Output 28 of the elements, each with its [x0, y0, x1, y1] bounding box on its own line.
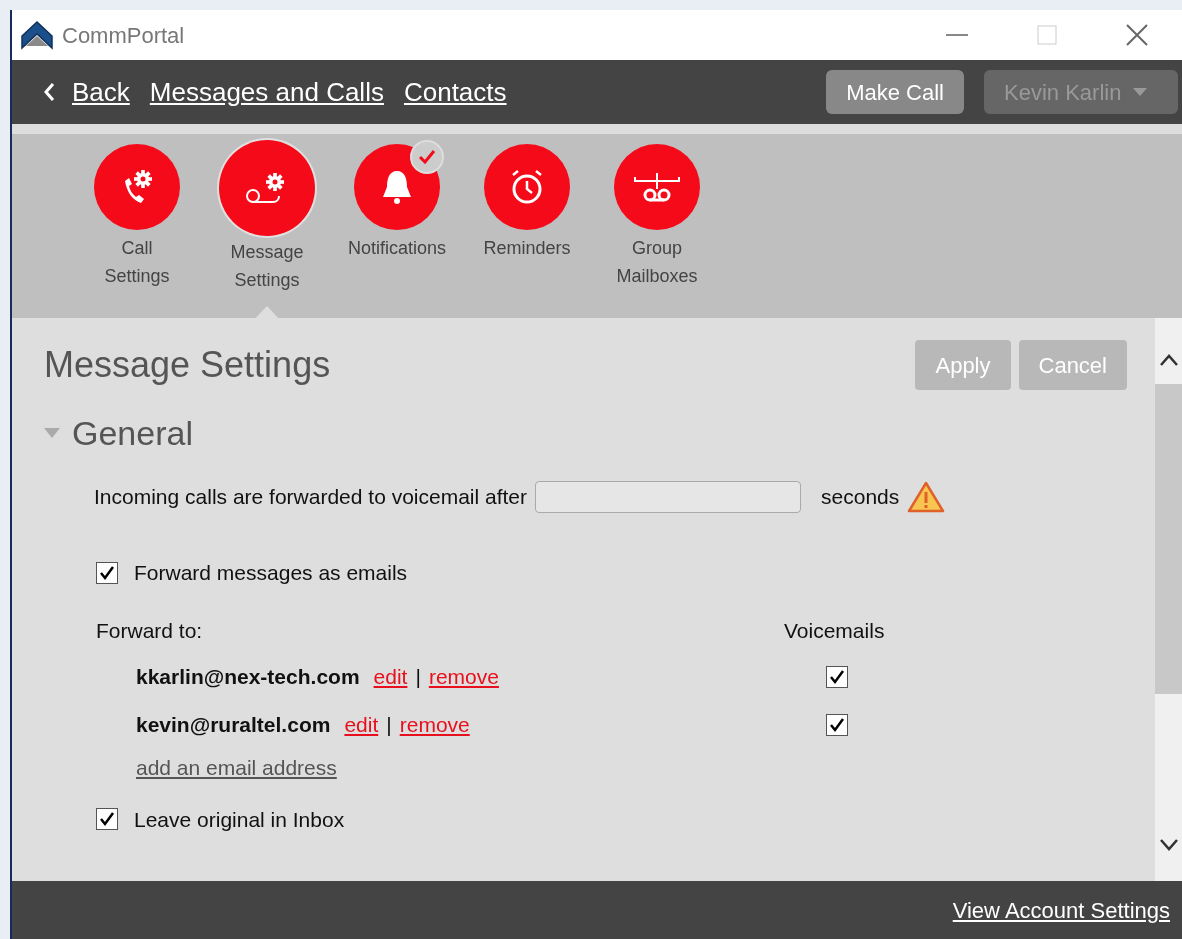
column-header: Voicemails [784, 617, 885, 644]
column-label: Forward to: [96, 617, 204, 644]
make-call-button[interactable]: Make Call [826, 70, 964, 114]
section-title: General [72, 413, 193, 454]
checkbox-label: Forward messages as emails [134, 560, 408, 586]
category-label: Notifications [347, 237, 446, 260]
page-title: Message Settings [44, 343, 331, 387]
link-separator: | [415, 664, 421, 691]
remove-link[interactable]: remove [428, 661, 499, 693]
back-link[interactable]: Back [72, 72, 130, 112]
account-settings-link[interactable]: View Account Settings [952, 893, 1170, 927]
category-label: Message Settings [230, 241, 304, 292]
email-address: kkarlin@nex-tech.com [136, 664, 360, 691]
nav-link[interactable]: Messages and Calls [149, 72, 384, 112]
link-separator: | [386, 712, 392, 739]
nav-link[interactable]: Contacts [403, 72, 507, 112]
field-unit: seconds [821, 484, 900, 511]
field-label: Incoming calls are forwarded to voicemail after [94, 484, 528, 511]
window-title: CommPortal [62, 21, 185, 50]
category-label: Reminders [483, 237, 571, 260]
add-email-link[interactable]: add an email address [136, 752, 337, 784]
category-label: Group Mailboxes [616, 237, 698, 288]
category-label: Call Settings [104, 237, 170, 288]
remove-link[interactable]: remove [399, 709, 470, 741]
email-address: kevin@ruraltel.com [136, 712, 331, 739]
edit-link[interactable]: edit [373, 661, 408, 693]
edit-link[interactable]: edit [344, 709, 379, 741]
checkbox-label: Leave original in Inbox [134, 806, 345, 833]
